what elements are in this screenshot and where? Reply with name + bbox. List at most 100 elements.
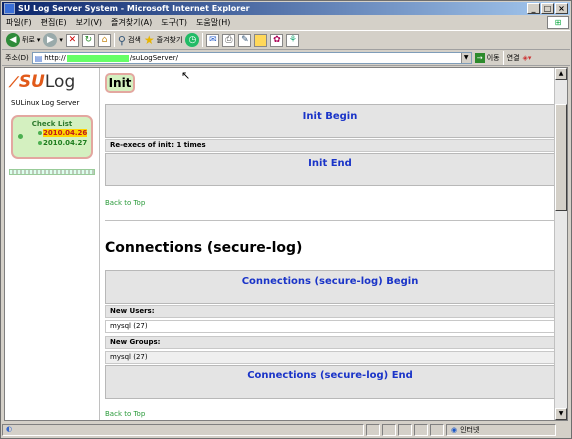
links-icon[interactable]: ◈▾ [523,54,532,62]
reexec-row: Re-execs of init: 1 times [105,139,554,152]
address-separator [502,51,504,65]
new-users-value-row: mysql (27) [105,320,554,333]
go-arrow-icon: → [474,53,485,63]
forward-dropdown-icon[interactable]: ▾ [59,36,63,44]
back-arrow-icon: ◀ [6,33,20,47]
url-suffix: /suLogServer/ [129,54,179,62]
conn-begin-block: Connections (secure-log) Begin [105,270,554,304]
address-bar: 주소(D) ▤ http:// /suLogServer/ ▼ → 이동 연결 … [2,51,570,66]
search-label: 검색 [127,36,141,44]
links-label[interactable]: 연결 [507,53,520,63]
research-icon[interactable]: ⚘ [286,33,300,47]
zone-label: 인터넷 [460,425,480,434]
print-icon[interactable]: ⎙ [222,33,236,47]
stop-icon[interactable]: ✕ [65,33,79,47]
init-end-block: Init End [105,153,554,186]
divider [105,220,554,221]
conn-end-heading: Connections (secure-log) End [247,370,413,381]
menu-tools[interactable]: 도구(T) [161,17,187,28]
address-input[interactable]: ▤ http:// /suLogServer/ ▼ [31,52,472,64]
conn-begin-heading: Connections (secure-log) Begin [241,276,419,287]
back-to-top-link[interactable]: Back to Top [105,199,145,207]
new-groups-label-row: New Groups: [105,336,554,349]
new-users-label-row: New Users: [105,305,554,318]
address-dropdown-icon[interactable]: ▼ [460,53,471,63]
favorites-button[interactable]: ★ 즐겨찾기 [144,33,183,47]
status-cell [414,423,428,436]
status-cell [382,423,396,436]
init-begin-heading: Init Begin [302,111,358,122]
scroll-up-icon[interactable]: ▲ [555,68,567,80]
url-redacted-host [66,54,129,62]
forward-button[interactable]: ▶ ▾ [43,33,63,47]
search-button[interactable]: ⚲ 검색 [118,34,141,47]
check-date-link[interactable]: 2010.04.26 [43,129,88,137]
window-title: SU Log Server System - Microsoft Interne… [18,4,250,13]
menu-edit[interactable]: 편집(E) [41,17,67,28]
status-bar: ◐ ◉ 인터넷 [2,422,570,437]
status-cell [430,423,444,436]
status-dot-icon [18,134,23,139]
connections-heading: Connections (secure-log) [105,240,303,256]
menu-help[interactable]: 도움말(H) [196,17,230,28]
toolbar-separator [202,33,204,47]
section-badge-init: Init [105,73,135,93]
refresh-icon[interactable]: ↻ [81,33,95,47]
page-icon: ▤ [34,53,43,63]
messenger-icon[interactable]: ✿ [270,33,284,47]
browser-window: SU Log Server System - Microsoft Interne… [0,0,572,439]
sidebar: ⟋SULog SULinux Log Server Check List 201… [5,68,100,420]
address-label: 주소(D) [5,54,29,62]
scroll-thumb[interactable] [555,104,567,211]
favorites-label: 즐겨찾기 [156,36,183,44]
sidebar-progress-strip [9,169,95,175]
logo-mark-icon: ⟋ [9,75,19,91]
menu-bar: 파일(F) 편집(E) 보기(V) 즐겨찾기(A) 도구(T) 도움말(H) [2,15,570,29]
title-bar[interactable]: SU Log Server System - Microsoft Interne… [2,2,570,15]
ie-icon [4,3,15,14]
internet-globe-icon: ◉ [451,425,458,434]
star-icon: ★ [143,33,155,47]
zone-cell: ◉ 인터넷 [446,423,556,436]
menu-favorites[interactable]: 즐겨찾기(A) [111,17,152,28]
windows-logo-icon: ⊞ [547,16,569,29]
init-end-heading: Init End [308,158,352,169]
conn-end-block: Connections (secure-log) End [105,365,554,399]
init-begin-block: Init Begin [105,104,554,138]
back-button[interactable]: ◀ 뒤로 ▾ [6,33,40,47]
close-button[interactable]: × [555,3,568,14]
bullet-icon [38,131,42,135]
check-date-link[interactable]: 2010.04.27 [43,139,87,147]
menu-file[interactable]: 파일(F) [6,17,32,28]
minimize-button[interactable]: _ [527,3,540,14]
maximize-button[interactable]: □ [541,3,554,14]
status-cell [366,423,380,436]
forward-arrow-icon: ▶ [43,33,58,47]
status-page-icon: ◐ [2,423,364,436]
bullet-icon [38,141,42,145]
back-dropdown-icon[interactable]: ▾ [37,36,41,44]
sulog-logo: ⟋SULog [9,72,76,92]
folder-icon[interactable] [254,33,268,47]
back-label: 뒤로 [22,36,35,44]
logo-subtitle: SULinux Log Server [11,99,80,107]
vertical-scrollbar[interactable]: ▲ ▼ [554,68,567,420]
history-icon[interactable]: ◷ [185,33,200,47]
mail-icon[interactable]: ✉ [206,33,220,47]
new-groups-value-row: mysql (27) [105,351,554,364]
scroll-down-icon[interactable]: ▼ [555,408,567,420]
back-to-top-link[interactable]: Back to Top [105,410,145,418]
search-icon: ⚲ [117,33,126,47]
main-content: Init Init Begin Re-execs of init: 1 time… [102,68,554,420]
status-cell [398,423,412,436]
page-viewport: ⟋SULog SULinux Log Server Check List 201… [4,67,568,421]
go-label: 이동 [486,54,500,62]
check-list-panel: Check List 2010.04.26 2010.04.27 [11,115,93,159]
home-icon[interactable]: ⌂ [97,33,111,47]
menu-view[interactable]: 보기(V) [76,17,102,28]
window-controls: _ □ × [527,3,568,14]
edit-icon[interactable]: ✎ [238,33,252,47]
mouse-cursor-icon: ↖ [181,69,191,82]
go-button[interactable]: → 이동 [474,53,500,63]
check-list-title: Check List [31,120,73,128]
